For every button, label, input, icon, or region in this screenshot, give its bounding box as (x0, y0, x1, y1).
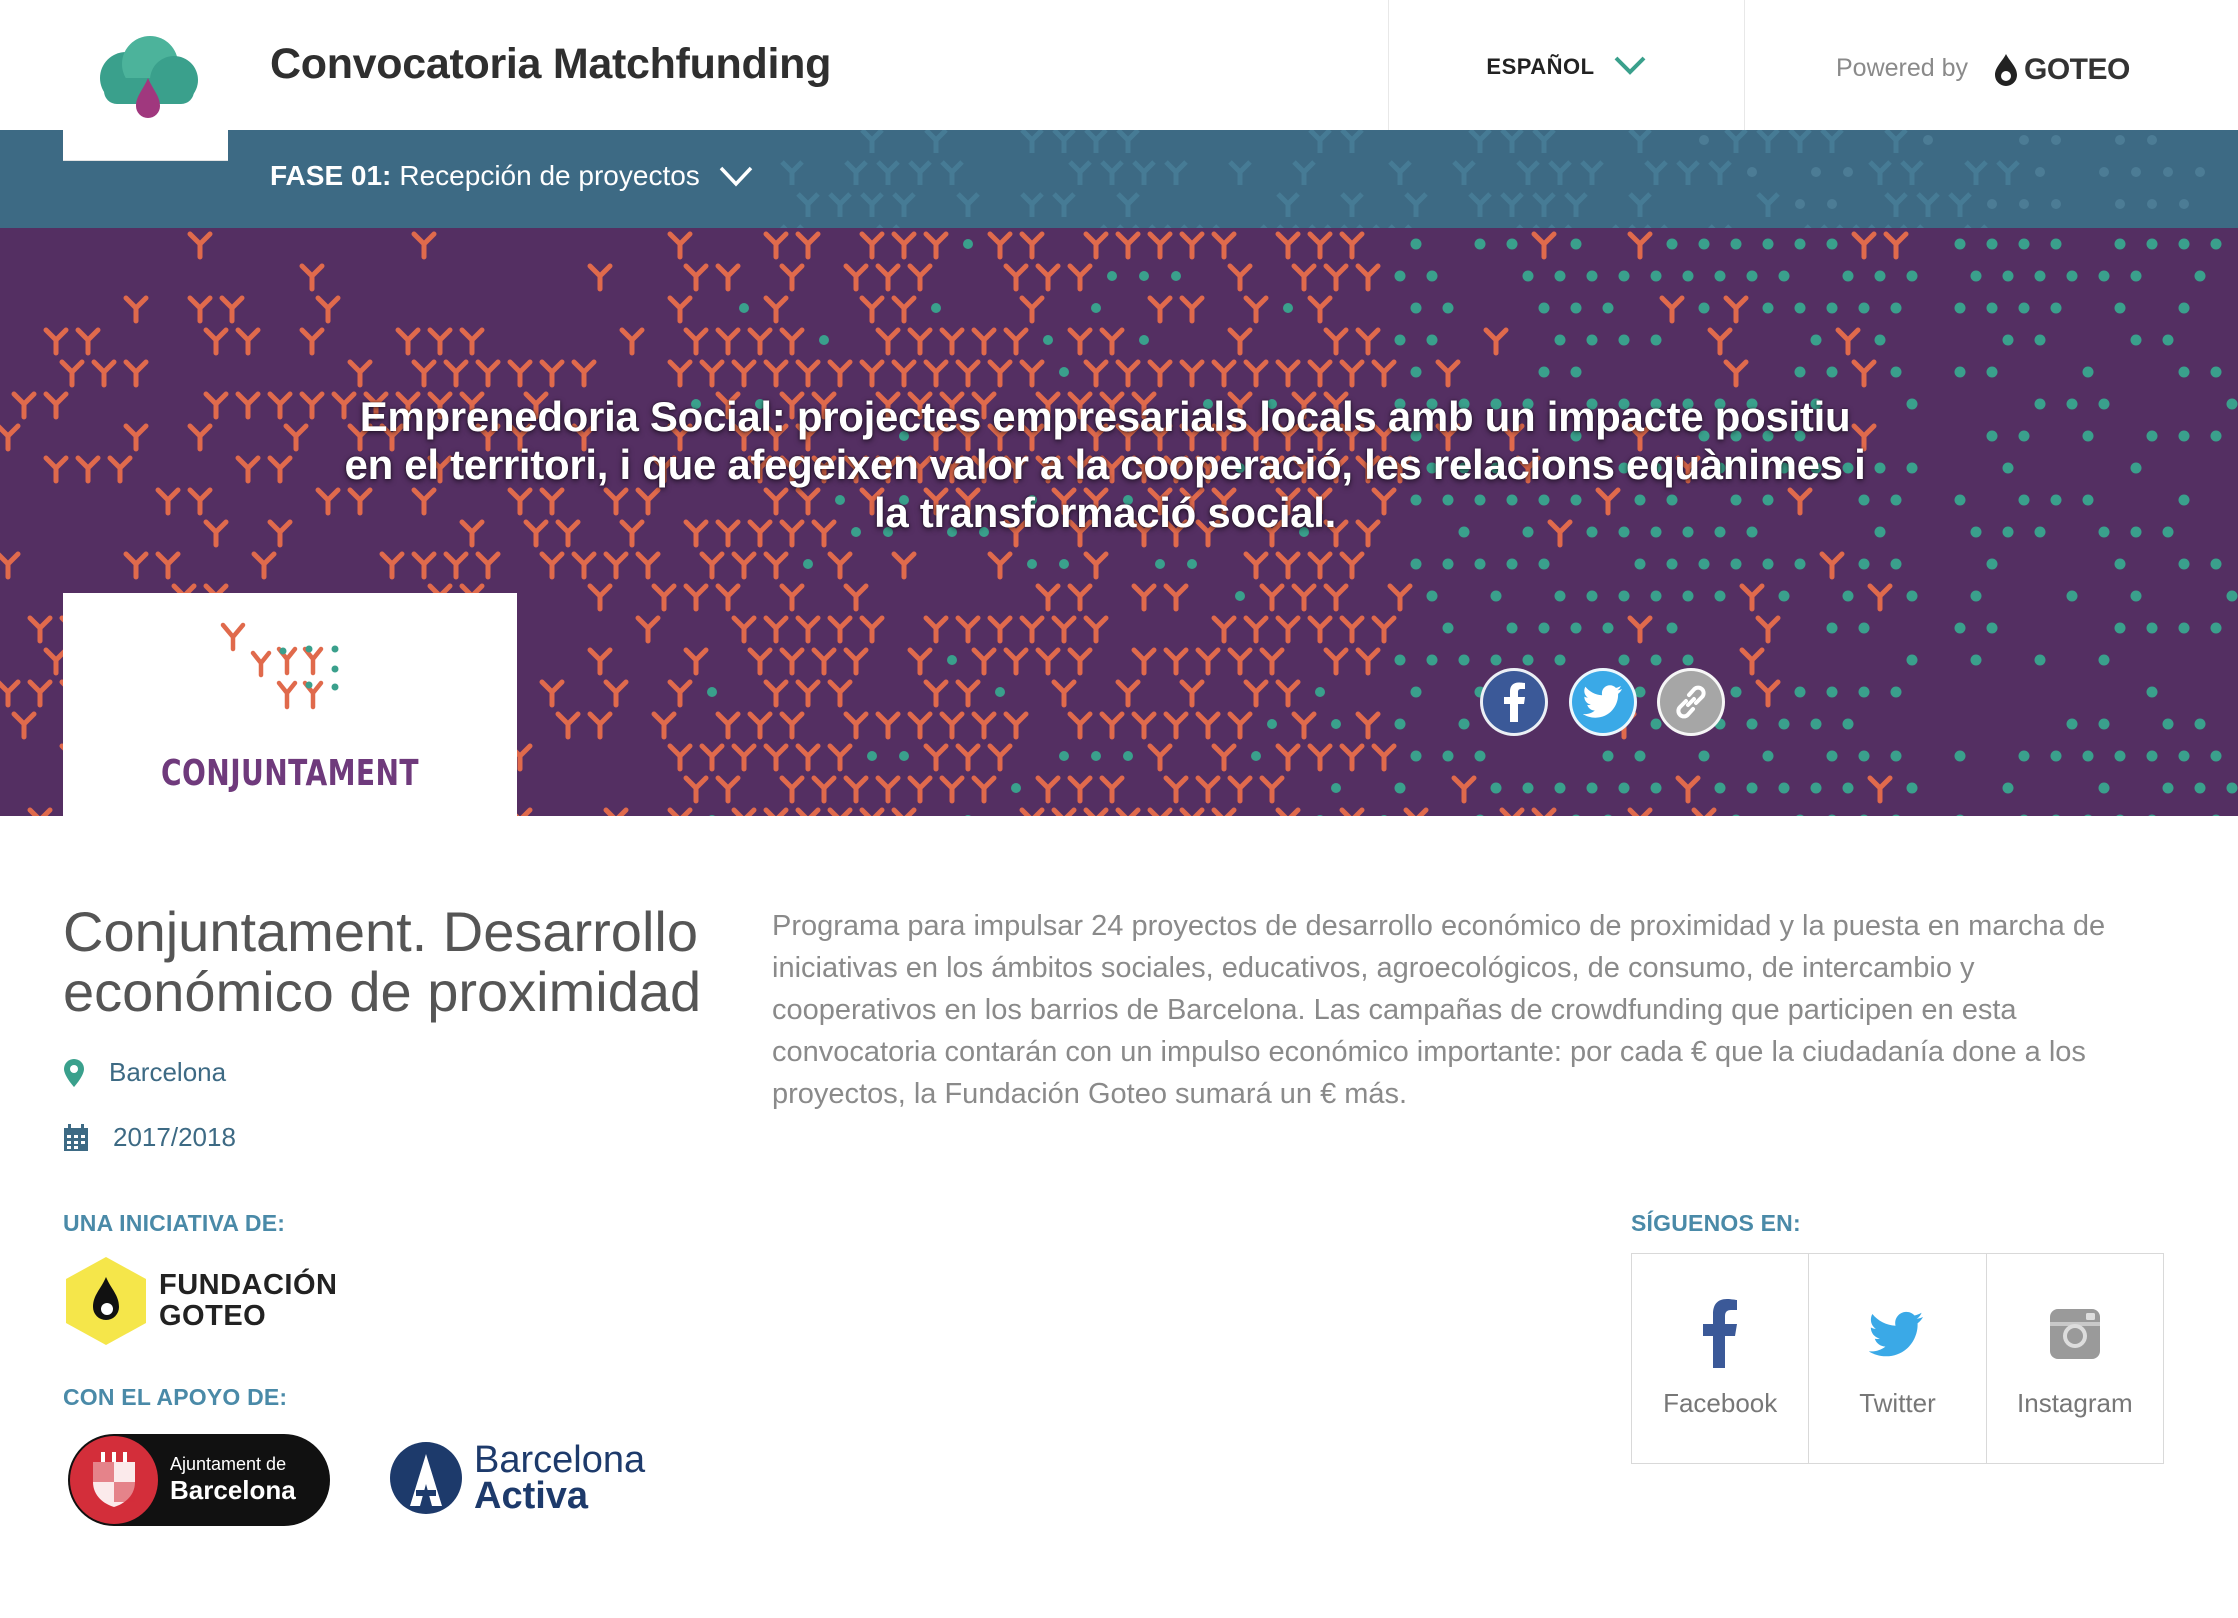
location-text: Barcelona (109, 1057, 227, 1087)
initiative-label: UNA INICIATIVA DE: (63, 1210, 286, 1236)
top-header: Convocatoria Matchfunding ESPAÑOL Powere… (0, 0, 2238, 131)
instagram-label: Instagram (2017, 1388, 2133, 1418)
call-title: Conjuntament. Desarrollo económico de pr… (63, 900, 702, 1023)
follow-instagram-link[interactable]: Instagram (1987, 1254, 2163, 1463)
powered-by-label: Powered by (1836, 54, 1969, 82)
share-facebook-button[interactable] (1480, 668, 1548, 736)
call-dates: 2017/2018 (63, 1122, 236, 1153)
follow-facebook-link[interactable]: Facebook (1632, 1254, 1810, 1463)
language-label: ESPAÑOL (1486, 54, 1595, 79)
phase-bar: FASE 01: Recepción de proyectos (0, 130, 2238, 228)
fundacion-goteo-logo[interactable]: FUNDACIÓN GOTEO (63, 1255, 338, 1347)
follow-us-label: SÍGUENOS EN: (1631, 1210, 1801, 1236)
share-twitter-button[interactable] (1569, 668, 1637, 736)
twitter-label: Twitter (1859, 1388, 1936, 1418)
support-label: CON EL APOYO DE: (63, 1384, 288, 1410)
chevron-down-icon (719, 166, 753, 187)
fundacion-goteo-hexagon-icon (66, 1257, 146, 1345)
fundacion-text: FUNDACIÓN (159, 1269, 338, 1301)
share-link-button[interactable] (1657, 668, 1725, 736)
conjuntament-logo: CONJUNTAMENT (63, 593, 517, 816)
goteo-logo[interactable]: GOTEO (1992, 52, 2130, 88)
ajuntament-barcelona-logo[interactable]: Ajuntament de Barcelona (68, 1434, 330, 1526)
follow-us-links: Facebook Twitter Instagram (1631, 1253, 2164, 1464)
conjuntament-symbol-icon (220, 622, 339, 710)
hero-headline: Emprenedoria Social: projectes empresari… (344, 393, 1866, 536)
facebook-label: Facebook (1663, 1388, 1778, 1418)
link-icon (1676, 685, 1706, 719)
ajuntament-line1: Ajuntament de (170, 1454, 287, 1474)
instagram-icon (2049, 1309, 2100, 1359)
dates-text: 2017/2018 (113, 1122, 236, 1152)
goteo-drop-icon (1995, 54, 2017, 86)
follow-twitter-link[interactable]: Twitter (1809, 1254, 1987, 1463)
hero-banner: Emprenedoria Social: projectes empresari… (0, 228, 2238, 816)
phase-name: Recepción de proyectos (399, 160, 700, 191)
twitter-icon (1583, 685, 1622, 718)
barcelona-activa-logo[interactable]: Barcelona Activa (388, 1440, 645, 1516)
chevron-down-icon (1614, 56, 1646, 75)
language-selector[interactable]: ESPAÑOL (1388, 0, 1745, 130)
phase-selector[interactable]: FASE 01: Recepción de proyectos (270, 160, 754, 192)
platform-logo[interactable] (63, 0, 228, 160)
conjuntament-logo-text: CONJUNTAMENT (161, 753, 419, 794)
calendar-icon (64, 1123, 88, 1151)
facebook-icon (1703, 1299, 1738, 1368)
goteo-brand-text: GOTEO (2024, 53, 2130, 86)
barcelona-seal-icon (70, 1436, 158, 1524)
phase-number: FASE 01: (270, 160, 392, 191)
activa-line1: Barcelona (474, 1439, 646, 1481)
call-location: Barcelona (63, 1057, 226, 1088)
activa-line2: Activa (474, 1475, 589, 1517)
map-pin-icon (64, 1058, 84, 1087)
cloud-drop-logo-icon (100, 36, 198, 118)
barcelona-activa-a-icon (390, 1442, 462, 1514)
goteo-text: GOTEO (159, 1300, 267, 1332)
twitter-icon (1869, 1311, 1924, 1357)
site-title[interactable]: Convocatoria Matchfunding (270, 40, 831, 89)
facebook-icon (1504, 682, 1525, 722)
call-description: Programa para impulsar 24 proyectos de d… (772, 910, 2106, 1110)
ajuntament-line2: Barcelona (170, 1475, 296, 1505)
